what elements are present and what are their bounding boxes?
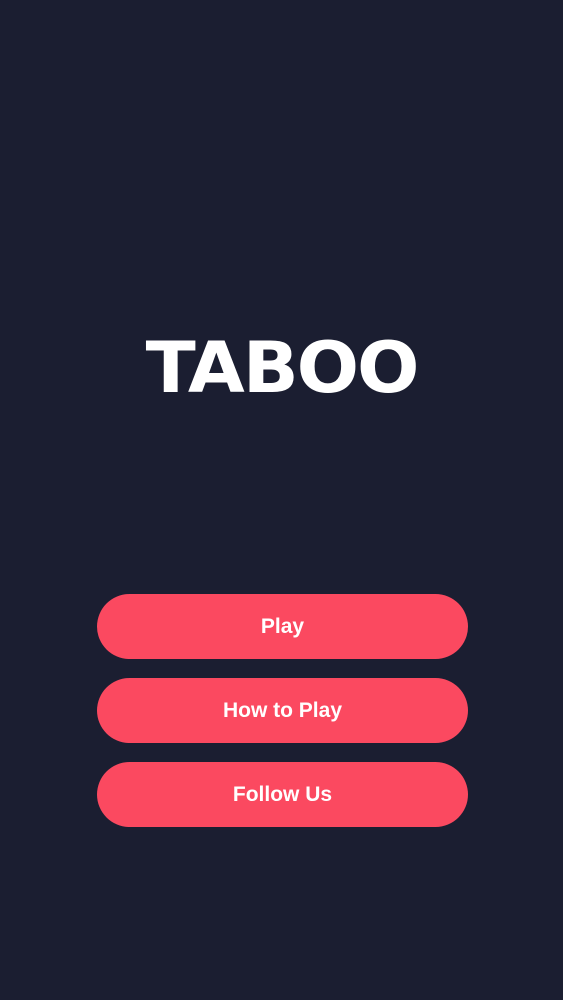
home-screen: TABOO Play How to Play Follow Us (0, 0, 563, 1000)
follow-us-button[interactable]: Follow Us (97, 762, 468, 827)
main-menu: Play How to Play Follow Us (97, 594, 468, 846)
play-button[interactable]: Play (97, 594, 468, 659)
how-to-play-button[interactable]: How to Play (97, 678, 468, 743)
app-logo: TABOO (145, 327, 420, 409)
